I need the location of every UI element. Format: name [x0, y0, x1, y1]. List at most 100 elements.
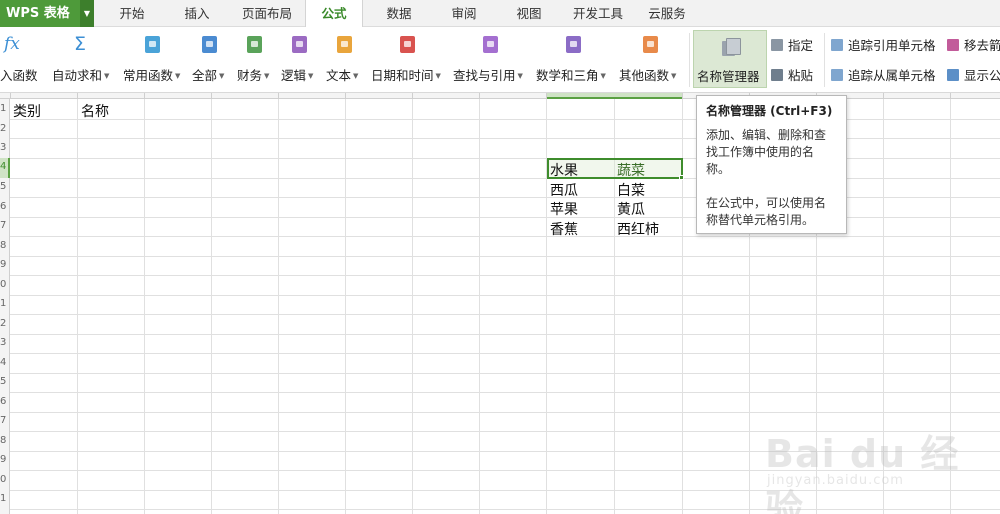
trace-dependents-label: 追踪从属单元格: [848, 68, 936, 83]
formulas-ribbon: fx 入函数 Σ 自动求和 ▼ 常用函数 ▼ 全部 ▼ 财务 ▼ 逻辑 ▼ 文本 ▼: [0, 27, 1000, 93]
tab-page-layout[interactable]: 页面布局: [232, 0, 302, 27]
logic-functions-button[interactable]: 逻辑 ▼: [281, 27, 321, 93]
chevron-down-icon: ▼: [104, 72, 110, 80]
all-functions-label: 全部: [192, 68, 218, 83]
tab-insert[interactable]: 插入: [166, 0, 228, 27]
watermark-text: Bai du 经验: [765, 432, 960, 514]
table-cell[interactable]: 西红柿: [617, 219, 659, 239]
grid-row-line: [10, 314, 1000, 315]
date-time-label: 日期和时间: [371, 68, 434, 83]
tab-home[interactable]: 开始: [103, 0, 161, 27]
tab-data[interactable]: 数据: [368, 0, 430, 27]
grid-row-line: [10, 392, 1000, 393]
row-number[interactable]: 9: [0, 454, 10, 465]
row-number[interactable]: 8: [0, 240, 10, 251]
lookup-reference-icon: [483, 36, 498, 53]
finance-functions-button[interactable]: 财务 ▼: [235, 27, 277, 93]
table-cell[interactable]: 西瓜: [550, 180, 578, 200]
table-cell[interactable]: 蔬菜: [617, 160, 645, 180]
fill-handle[interactable]: [679, 175, 684, 180]
name-manager-label: 名称管理器: [697, 69, 760, 84]
show-formulas-icon: [947, 69, 959, 81]
tab-cloud-services[interactable]: 云服务: [636, 0, 698, 27]
name-manager-button[interactable]: 名称管理器: [693, 30, 767, 88]
header-cell-category[interactable]: 类别: [13, 101, 41, 121]
insert-function-button[interactable]: fx 入函数: [0, 27, 44, 93]
name-manager-icon: [722, 38, 741, 56]
row-number[interactable]: 3: [0, 142, 10, 153]
paste-name-button[interactable]: 粘贴: [771, 65, 813, 84]
row-number[interactable]: 7: [0, 415, 10, 426]
row-number[interactable]: 4: [0, 357, 10, 368]
row-number[interactable]: 2: [0, 318, 10, 329]
table-cell[interactable]: 白菜: [617, 180, 645, 200]
show-formulas-button[interactable]: 显示公: [947, 65, 1000, 84]
row-number[interactable]: 5: [0, 181, 10, 192]
text-function-icon: [337, 36, 352, 53]
tab-review[interactable]: 审阅: [434, 0, 494, 27]
common-functions-label: 常用函数: [123, 68, 174, 83]
tooltip-description: 添加、编辑、删除和查找工作簿中使用的名称。: [706, 128, 827, 176]
other-functions-button[interactable]: 其他函数 ▼: [619, 27, 685, 93]
other-functions-icon: [643, 36, 658, 53]
trace-dependents-button[interactable]: 追踪从属单元格: [831, 65, 936, 84]
remove-arrows-button[interactable]: 移去箭: [947, 35, 1000, 54]
date-time-functions-button[interactable]: 日期和时间 ▼: [371, 27, 449, 93]
chevron-down-icon: ▼: [219, 72, 225, 80]
row-number[interactable]: 1: [0, 103, 10, 114]
chevron-down-icon: ▼: [353, 72, 359, 80]
show-formulas-label: 显示公: [964, 68, 1000, 83]
row-number[interactable]: 8: [0, 435, 10, 446]
all-functions-button[interactable]: 全部 ▼: [190, 27, 234, 93]
row-number[interactable]: 4: [0, 161, 6, 172]
text-functions-button[interactable]: 文本 ▼: [326, 27, 366, 93]
row-number[interactable]: 2: [0, 123, 10, 134]
grid-row-line: [10, 197, 1000, 198]
chevron-down-icon: ▼: [671, 72, 677, 80]
common-functions-button[interactable]: 常用函数 ▼: [121, 27, 187, 93]
row-number[interactable]: 7: [0, 220, 10, 231]
row-number[interactable]: 1: [0, 298, 10, 309]
table-cell[interactable]: 黄瓜: [617, 199, 645, 219]
tab-developer[interactable]: 开发工具: [564, 0, 632, 27]
trace-precedents-button[interactable]: 追踪引用单元格: [831, 35, 936, 54]
grid-row-line: [10, 178, 1000, 179]
header-cell-name[interactable]: 名称: [81, 101, 109, 121]
chevron-down-icon: ▼: [175, 72, 181, 80]
chevron-down-icon: ▼: [435, 72, 441, 80]
sigma-icon: Σ: [74, 33, 87, 55]
ribbon-separator: [824, 33, 825, 87]
fx-icon: fx: [4, 34, 20, 54]
row-number[interactable]: 9: [0, 259, 10, 270]
define-name-icon: [771, 39, 783, 51]
math-trig-functions-button[interactable]: 数学和三角 ▼: [536, 27, 616, 93]
tab-view[interactable]: 视图: [498, 0, 560, 27]
app-menu-dropdown-icon[interactable]: ▼: [80, 0, 94, 27]
grid-row-line: [10, 138, 1000, 139]
grid-row-line: [10, 217, 1000, 218]
table-cell[interactable]: 香蕉: [550, 219, 578, 239]
row-number[interactable]: 5: [0, 376, 10, 387]
define-name-button[interactable]: 指定: [771, 35, 813, 54]
chevron-down-icon: ▼: [308, 72, 314, 80]
lookup-reference-functions-button[interactable]: 查找与引用 ▼: [453, 27, 533, 93]
finance-icon: [247, 36, 262, 53]
trace-precedents-label: 追踪引用单元格: [848, 38, 936, 53]
row-number[interactable]: 6: [0, 201, 10, 212]
math-trig-label: 数学和三角: [536, 68, 599, 83]
table-cell[interactable]: 苹果: [550, 199, 578, 219]
row-number[interactable]: 0: [0, 474, 10, 485]
define-name-label: 指定: [788, 38, 814, 53]
app-menu-button[interactable]: WPS 表格 ▼: [0, 0, 94, 27]
row-number[interactable]: 6: [0, 396, 10, 407]
autosum-button[interactable]: Σ 自动求和 ▼: [50, 27, 116, 93]
tooltip-description: 在公式中，可以使用名称替代单元格引用。: [706, 196, 827, 227]
table-cell[interactable]: 水果: [550, 160, 578, 180]
text-label: 文本: [326, 68, 352, 83]
row-number[interactable]: 3: [0, 337, 10, 348]
grid-row-line: [10, 256, 1000, 257]
row-number[interactable]: 0: [0, 279, 10, 290]
tab-formulas[interactable]: 公式: [305, 0, 363, 28]
watermark-url: jingyan.baidu.com: [767, 473, 904, 488]
row-number[interactable]: 1: [0, 493, 10, 504]
